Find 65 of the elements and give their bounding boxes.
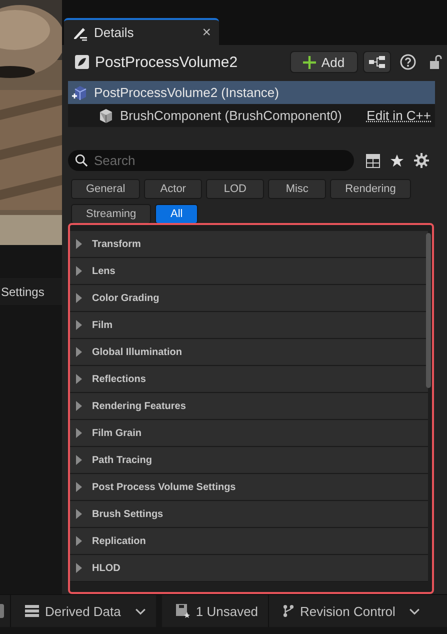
category-header[interactable]: Rendering Features: [92, 400, 186, 412]
category-header[interactable]: Reflections: [92, 374, 146, 384]
revision-control-button[interactable]: Revision Control: [268, 595, 430, 627]
actor-icon: [74, 54, 90, 70]
cube-icon: [98, 108, 114, 124]
status-icon: [0, 604, 4, 618]
expand-arrow-icon[interactable]: [76, 374, 82, 384]
cube-icon: [72, 84, 88, 100]
expand-arrow-icon[interactable]: [76, 482, 82, 492]
unlocked-icon[interactable]: [429, 54, 443, 70]
unsaved-button[interactable]: 1 Unsaved: [156, 595, 268, 627]
expand-arrow-icon[interactable]: [76, 320, 82, 330]
expand-arrow-icon[interactable]: [76, 293, 82, 303]
expand-arrow-icon[interactable]: [76, 239, 82, 249]
filter-button[interactable]: LOD: [206, 179, 264, 199]
database-icon: [25, 605, 39, 617]
expand-arrow-icon[interactable]: [76, 509, 82, 519]
category-header[interactable]: Lens: [92, 266, 116, 276]
search-input[interactable]: Search: [94, 153, 334, 168]
chevron-icon: [134, 608, 146, 614]
category-header[interactable]: Replication: [92, 536, 146, 546]
actor-name: PostProcessVolume2: [95, 54, 239, 70]
filter-button[interactable]: Misc: [268, 179, 326, 199]
category-header[interactable]: Path Tracing: [92, 454, 152, 466]
derived-data-button[interactable]: Derived Data: [10, 595, 156, 627]
category-header[interactable]: Film: [92, 320, 113, 330]
scrollbar[interactable]: [426, 233, 431, 388]
details-tab[interactable]: Details ×: [64, 18, 219, 45]
filter-button[interactable]: Actor: [144, 179, 202, 199]
category-header[interactable]: Global Illumination: [92, 346, 182, 358]
hierarchy-icon: [369, 56, 385, 68]
search-field[interactable]: Search: [68, 150, 354, 171]
chevron-icon: [409, 608, 420, 614]
close-button[interactable]: ×: [202, 24, 211, 41]
save-icon: [176, 604, 190, 618]
plus-icon: [303, 56, 316, 68]
expand-arrow-icon[interactable]: [76, 266, 82, 276]
settings-icon[interactable]: [414, 153, 429, 168]
expand-arrow-icon[interactable]: [76, 563, 82, 573]
category-header[interactable]: HLOD: [92, 562, 120, 574]
expand-arrow-icon[interactable]: [76, 455, 82, 465]
add-button[interactable]: Add: [290, 51, 358, 73]
category-header[interactable]: Transform: [92, 238, 141, 250]
expand-arrow-icon[interactable]: [76, 428, 82, 438]
filter-button[interactable]: Rendering: [330, 179, 411, 199]
category-header[interactable]: Color Grading: [92, 292, 160, 304]
component-row[interactable]: PostProcessVolume2 (Instance): [68, 81, 435, 104]
filter-button[interactable]: All: [155, 204, 198, 224]
filter-button[interactable]: General: [71, 179, 140, 199]
star-icon[interactable]: [390, 154, 404, 168]
component-row[interactable]: BrushComponent (BrushComponent0) Edit in C++: [68, 104, 435, 127]
filter-button[interactable]: Streaming: [71, 204, 152, 224]
help-icon[interactable]: [400, 54, 416, 70]
edit-link[interactable]: Edit in C++: [366, 108, 431, 123]
hierarchy-button[interactable]: [363, 51, 391, 73]
branch-icon: [283, 604, 294, 618]
category-header[interactable]: Brush Settings: [92, 508, 164, 520]
expand-arrow-icon[interactable]: [76, 401, 82, 411]
expand-arrow-icon[interactable]: [76, 536, 82, 546]
panel-label: Settings: [1, 284, 44, 298]
category-header[interactable]: Post Process Volume Settings: [92, 482, 236, 492]
grid-icon[interactable]: [366, 154, 380, 168]
search-icon: [75, 154, 88, 167]
category-header[interactable]: Film Grain: [92, 428, 142, 438]
expand-arrow-icon[interactable]: [76, 347, 82, 357]
